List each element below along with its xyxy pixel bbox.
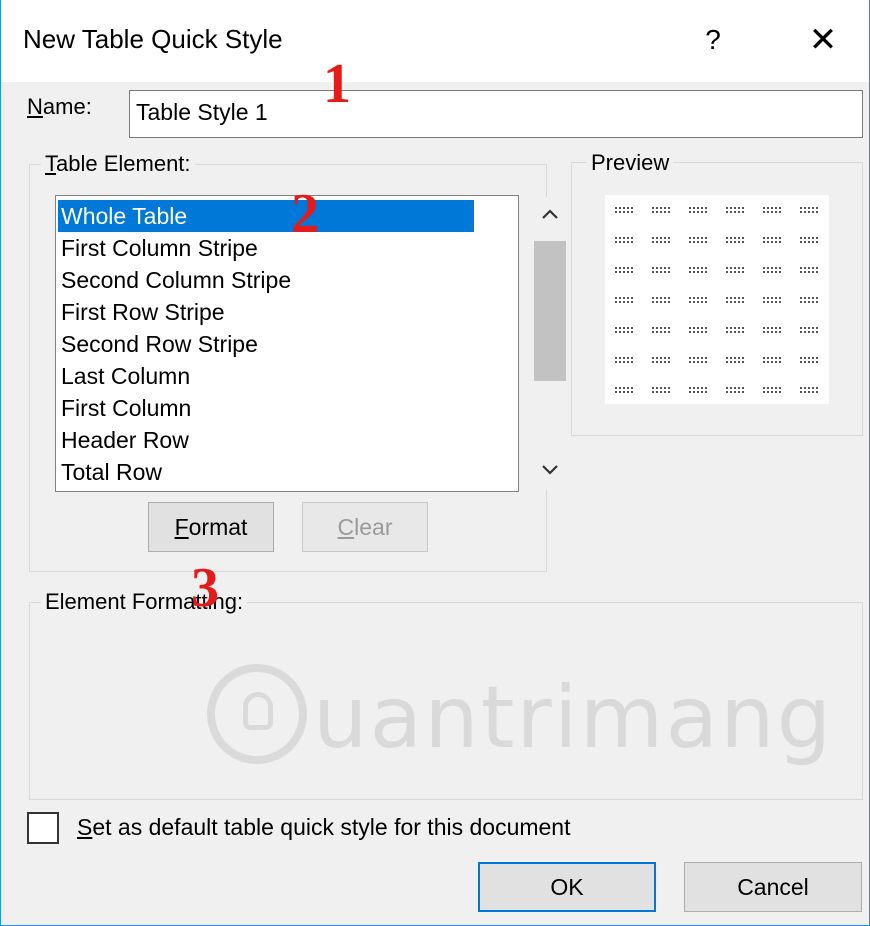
list-item[interactable]: Whole Table bbox=[58, 200, 474, 232]
preview-cell bbox=[652, 387, 670, 393]
preview-cell bbox=[689, 297, 707, 303]
name-label-accel: N bbox=[27, 94, 43, 119]
preview-cell bbox=[726, 387, 744, 393]
list-item[interactable]: Second Column Stripe bbox=[58, 264, 474, 296]
preview-cell bbox=[652, 207, 670, 213]
preview-cell bbox=[763, 267, 781, 273]
table-element-title-rest: able Element: bbox=[56, 151, 191, 176]
preview-cell bbox=[652, 267, 670, 273]
preview-cell bbox=[652, 297, 670, 303]
listbox-scrollbar[interactable] bbox=[530, 197, 570, 490]
close-icon: ✕ bbox=[808, 21, 838, 59]
preview-cell bbox=[726, 297, 744, 303]
preview-cell bbox=[726, 207, 744, 213]
preview-cell bbox=[726, 327, 744, 333]
preview-cell bbox=[726, 357, 744, 363]
clear-button-accel: C bbox=[337, 513, 355, 540]
default-style-checkbox-label[interactable]: Set as default table quick style for thi… bbox=[77, 814, 571, 841]
name-input[interactable]: Table Style 1 bbox=[129, 90, 863, 138]
preview-cell bbox=[800, 207, 818, 213]
preview-cell bbox=[652, 357, 670, 363]
list-item[interactable]: First Row Stripe bbox=[58, 296, 474, 328]
preview-cell bbox=[763, 387, 781, 393]
preview-cell bbox=[763, 297, 781, 303]
preview-cell bbox=[689, 387, 707, 393]
preview-cell bbox=[615, 297, 633, 303]
preview-cell bbox=[726, 237, 744, 243]
preview-cell bbox=[800, 387, 818, 393]
default-style-checkbox[interactable] bbox=[27, 812, 59, 844]
preview-cell bbox=[615, 267, 633, 273]
preview-cell bbox=[763, 237, 781, 243]
list-item[interactable]: First Column bbox=[58, 392, 474, 424]
preview-cell bbox=[615, 237, 633, 243]
scrollbar-thumb[interactable] bbox=[534, 241, 566, 381]
preview-cell bbox=[689, 327, 707, 333]
list-item[interactable]: First Column Stripe bbox=[58, 232, 474, 264]
cancel-button[interactable]: Cancel bbox=[684, 862, 862, 912]
clear-button-rest: lear bbox=[354, 513, 393, 540]
preview-cell bbox=[763, 327, 781, 333]
preview-cell bbox=[800, 237, 818, 243]
help-icon: ? bbox=[705, 24, 721, 55]
preview-cell bbox=[800, 297, 818, 303]
name-label-rest: ame: bbox=[42, 94, 92, 119]
preview-cell bbox=[800, 327, 818, 333]
preview-cell bbox=[615, 357, 633, 363]
format-button-accel: F bbox=[174, 513, 189, 540]
list-item[interactable]: Second Row Stripe bbox=[58, 328, 474, 360]
watermark-text: uantrimang bbox=[313, 668, 834, 768]
format-button-rest: ormat bbox=[188, 513, 248, 540]
preview-cell bbox=[615, 207, 633, 213]
window-title: New Table Quick Style bbox=[23, 24, 283, 54]
preview-cell bbox=[763, 207, 781, 213]
preview-cell bbox=[615, 387, 633, 393]
table-element-title-accel: T bbox=[45, 151, 56, 176]
preview-cell bbox=[652, 237, 670, 243]
annotation-1: 1 bbox=[323, 53, 351, 115]
lightbulb-icon bbox=[243, 692, 273, 730]
table-element-title: Table Element: bbox=[41, 151, 195, 177]
preview-cell bbox=[800, 357, 818, 363]
chevron-down-icon[interactable] bbox=[530, 453, 570, 489]
table-element-listbox[interactable]: Whole Table First Column Stripe Second Col… bbox=[55, 195, 570, 492]
ok-button[interactable]: OK bbox=[478, 862, 656, 912]
list-item[interactable]: Header Row bbox=[58, 424, 474, 456]
preview-cell bbox=[615, 327, 633, 333]
new-table-quick-style-dialog: New Table Quick Style ? ✕ Name: Table St… bbox=[0, 0, 870, 926]
preview-canvas bbox=[605, 195, 829, 404]
format-button[interactable]: Format bbox=[148, 502, 274, 552]
preview-cell bbox=[800, 267, 818, 273]
close-button[interactable]: ✕ bbox=[799, 18, 847, 62]
title-bar: New Table Quick Style ? ✕ bbox=[1, 0, 869, 82]
preview-cell bbox=[763, 357, 781, 363]
default-style-label-accel: S bbox=[77, 814, 93, 840]
chevron-up-icon[interactable] bbox=[530, 197, 570, 233]
preview-cell bbox=[652, 327, 670, 333]
annotation-2: 2 bbox=[291, 183, 319, 245]
name-label: Name: bbox=[27, 94, 92, 120]
preview-cell bbox=[689, 207, 707, 213]
preview-cell bbox=[689, 357, 707, 363]
preview-cell bbox=[726, 267, 744, 273]
annotation-3: 3 bbox=[191, 557, 219, 619]
default-style-label-rest: et as default table quick style for this… bbox=[92, 814, 571, 840]
preview-title: Preview bbox=[587, 150, 674, 176]
preview-cell bbox=[689, 267, 707, 273]
clear-button[interactable]: Clear bbox=[302, 502, 428, 552]
list-item[interactable]: Last Column bbox=[58, 360, 474, 392]
list-item[interactable]: Total Row bbox=[58, 456, 474, 488]
help-button[interactable]: ? bbox=[691, 18, 735, 62]
preview-cell bbox=[689, 237, 707, 243]
